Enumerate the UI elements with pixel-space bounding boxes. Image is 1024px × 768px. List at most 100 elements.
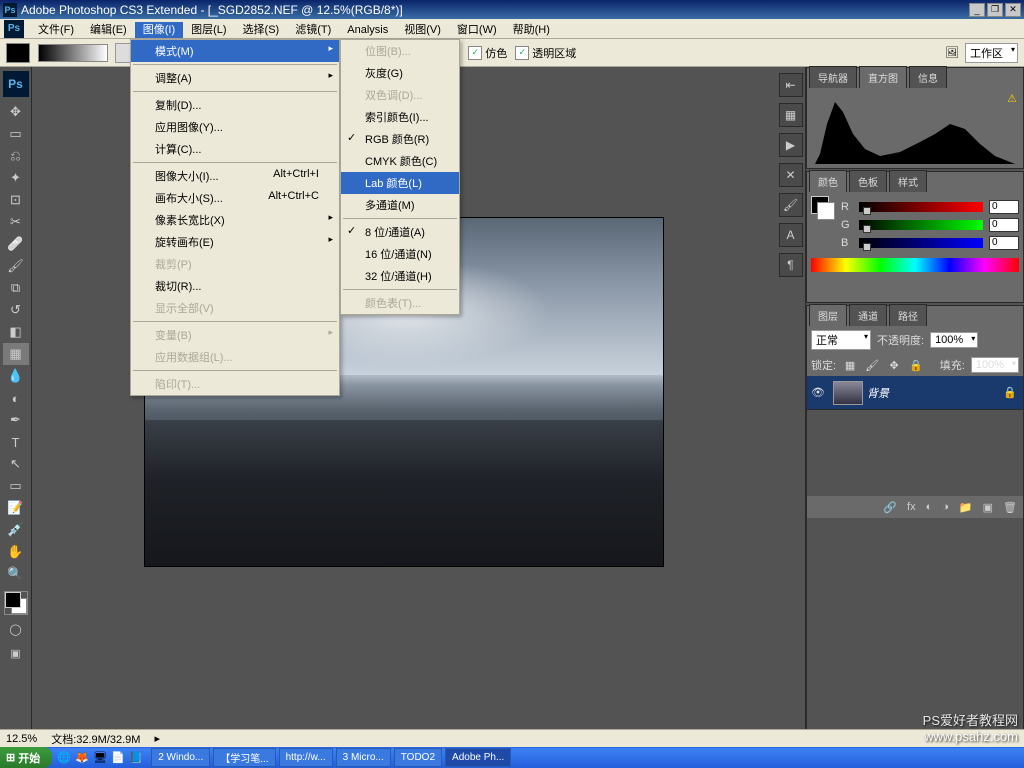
tab-color[interactable]: 颜色 <box>809 170 847 192</box>
history-brush-tool[interactable]: ↺ <box>3 299 29 321</box>
r-slider[interactable] <box>859 202 983 212</box>
lasso-tool[interactable]: ⎌ <box>3 145 29 167</box>
pen-tool[interactable]: ✒ <box>3 409 29 431</box>
lock-paint-icon[interactable]: 🖌 <box>864 357 880 373</box>
heal-tool[interactable]: 🩹 <box>3 233 29 255</box>
taskbar-task[interactable]: TODO2 <box>394 748 442 767</box>
tab-layers[interactable]: 图层 <box>809 304 847 326</box>
menu-item[interactable]: Lab 颜色(L) <box>341 172 459 194</box>
layer-row-background[interactable]: 👁 背景 🔒 <box>807 376 1023 410</box>
move-tool[interactable]: ✥ <box>3 101 29 123</box>
ql-desktop-icon[interactable]: 🖥 <box>92 750 108 766</box>
taskbar-task[interactable]: http://w... <box>279 748 333 767</box>
navigator-icon[interactable]: ▦ <box>779 103 803 127</box>
stamp-tool[interactable]: ⧉ <box>3 277 29 299</box>
crop-tool[interactable]: ⊡ <box>3 189 29 211</box>
dither-checkbox[interactable]: 仿色 <box>468 45 507 61</box>
ql-app2-icon[interactable]: 📘 <box>128 750 144 766</box>
menu-5[interactable]: 滤镜(T) <box>287 22 339 38</box>
close-button[interactable]: ✕ <box>1005 3 1021 17</box>
menu-item[interactable]: 8 位/通道(A) <box>341 221 459 243</box>
adj-icon[interactable]: ◑ <box>942 501 949 513</box>
tools-icon[interactable]: ✕ <box>779 163 803 187</box>
quickmask-toggle[interactable]: ◯ <box>3 619 29 639</box>
tab-channels[interactable]: 通道 <box>849 304 887 326</box>
menu-item[interactable]: 像素长宽比(X) <box>131 209 339 231</box>
g-input[interactable]: 0 <box>989 218 1019 232</box>
taskbar-task[interactable]: 3 Micro... <box>336 748 391 767</box>
menu-7[interactable]: 视图(V) <box>396 22 449 38</box>
fx-icon[interactable]: fx <box>907 501 916 513</box>
taskbar-task[interactable]: 【学习笔... <box>213 748 275 767</box>
visibility-icon[interactable]: 👁 <box>807 386 829 399</box>
eyedropper-tool[interactable]: 💉 <box>3 519 29 541</box>
blur-tool[interactable]: 💧 <box>3 365 29 387</box>
tab-paths[interactable]: 路径 <box>889 304 927 326</box>
dodge-tool[interactable]: ◐ <box>3 387 29 409</box>
para-icon[interactable]: ¶ <box>779 253 803 277</box>
layer-thumbnail[interactable] <box>833 381 863 405</box>
menu-item[interactable]: 图像大小(I)...Alt+Ctrl+I <box>131 165 339 187</box>
menu-0[interactable]: 文件(F) <box>30 22 82 38</box>
menu-item[interactable]: CMYK 颜色(C) <box>341 150 459 172</box>
notes-tool[interactable]: 📝 <box>3 497 29 519</box>
zoom-tool[interactable]: 🔍 <box>3 563 29 585</box>
start-button[interactable]: ⊞开始 <box>0 747 52 768</box>
taskbar-task[interactable]: Adobe Ph... <box>445 748 511 767</box>
menu-item[interactable]: 计算(C)... <box>131 138 339 160</box>
menu-item[interactable]: RGB 颜色(R) <box>341 128 459 150</box>
folder-icon[interactable]: 📁 <box>959 501 973 514</box>
mask-icon[interactable]: ◐ <box>926 501 933 513</box>
lock-all-icon[interactable]: 🔒 <box>908 357 924 373</box>
menu-4[interactable]: 选择(S) <box>235 22 288 38</box>
menu-item[interactable]: 应用图像(Y)... <box>131 116 339 138</box>
tool-preset[interactable] <box>6 43 30 63</box>
g-slider[interactable] <box>859 220 983 230</box>
char-icon[interactable]: A <box>779 223 803 247</box>
color-spectrum[interactable] <box>811 258 1019 272</box>
gradient-tool[interactable]: ▦ <box>3 343 29 365</box>
wand-tool[interactable]: ✦ <box>3 167 29 189</box>
menu-item[interactable]: 调整(A) <box>131 67 339 89</box>
menu-item[interactable]: 16 位/通道(N) <box>341 243 459 265</box>
histogram-icon[interactable]: ▶ <box>779 133 803 157</box>
path-tool[interactable]: ↖ <box>3 453 29 475</box>
layer-fill[interactable]: 100% <box>971 357 1019 373</box>
menu-2[interactable]: 图像(I) <box>135 22 183 38</box>
b-slider[interactable] <box>859 238 983 248</box>
dock-toggle-icon[interactable]: ⇤ <box>779 73 803 97</box>
menu-1[interactable]: 编辑(E) <box>82 22 135 38</box>
tab-info[interactable]: 信息 <box>909 66 947 88</box>
lock-trans-icon[interactable]: ▦ <box>842 357 858 373</box>
taskbar-task[interactable]: 2 Windo... <box>151 748 210 767</box>
menu-item[interactable]: 多通道(M) <box>341 194 459 216</box>
maximize-button[interactable]: ❐ <box>987 3 1003 17</box>
menu-9[interactable]: 帮助(H) <box>505 22 558 38</box>
transparency-checkbox[interactable]: 透明区域 <box>515 45 576 61</box>
workspace-select[interactable]: 工作区 <box>965 43 1018 63</box>
menu-item[interactable]: 画布大小(S)...Alt+Ctrl+C <box>131 187 339 209</box>
tab-navigator[interactable]: 导航器 <box>809 66 857 88</box>
shape-tool[interactable]: ▭ <box>3 475 29 497</box>
r-input[interactable]: 0 <box>989 200 1019 214</box>
gradient-preview[interactable] <box>38 44 108 62</box>
brush-tool[interactable]: 🖌 <box>3 255 29 277</box>
zoom-field[interactable]: 12.5% <box>6 733 37 745</box>
menu-8[interactable]: 窗口(W) <box>449 22 505 38</box>
menu-6[interactable]: Analysis <box>339 22 396 38</box>
menu-item[interactable]: 复制(D)... <box>131 94 339 116</box>
lock-move-icon[interactable]: ✥ <box>886 357 902 373</box>
new-layer-icon[interactable]: ▣ <box>983 501 993 514</box>
menu-item[interactable]: 索引颜色(I)... <box>341 106 459 128</box>
b-input[interactable]: 0 <box>989 236 1019 250</box>
link-icon[interactable]: 🔗 <box>883 501 897 514</box>
warning-icon[interactable]: ⚠ <box>1007 92 1017 105</box>
slice-tool[interactable]: ✂ <box>3 211 29 233</box>
tab-histogram[interactable]: 直方图 <box>859 66 907 88</box>
menu-item[interactable]: 灰度(G) <box>341 62 459 84</box>
tab-styles[interactable]: 样式 <box>889 170 927 192</box>
layer-opacity[interactable]: 100% <box>930 332 978 348</box>
type-tool[interactable]: T <box>3 431 29 453</box>
menu-item[interactable]: 32 位/通道(H) <box>341 265 459 287</box>
ql-ff-icon[interactable]: 🦊 <box>74 750 90 766</box>
